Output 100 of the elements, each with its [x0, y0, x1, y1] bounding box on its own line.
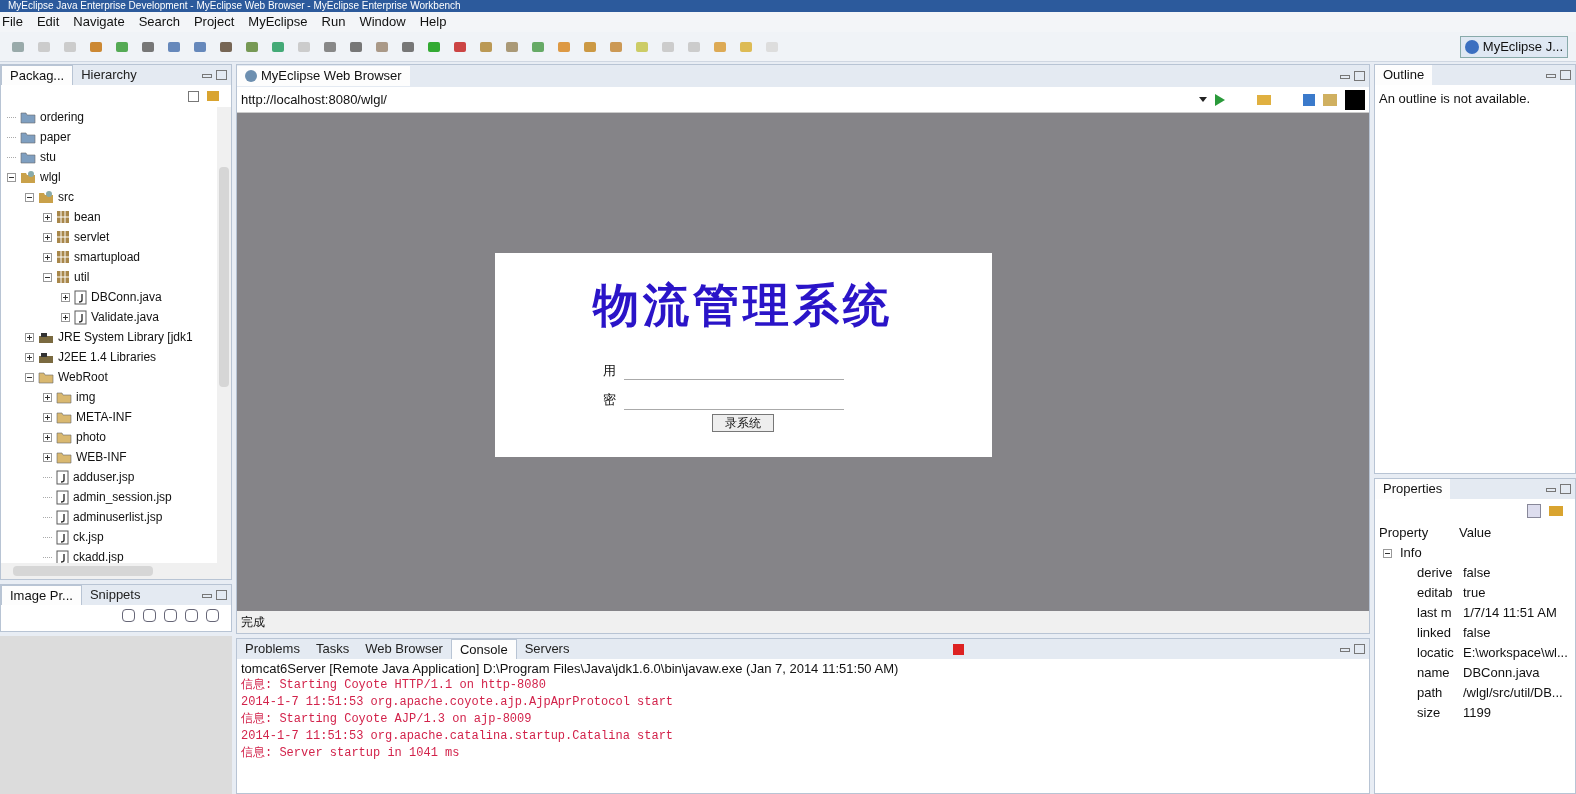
- expand-icon[interactable]: [43, 432, 52, 442]
- menu-item[interactable]: Edit: [36, 12, 60, 32]
- view-tab[interactable]: Console: [450, 639, 517, 659]
- minimize-icon[interactable]: [1546, 488, 1556, 492]
- tree-item[interactable]: smartupload: [74, 248, 141, 266]
- tree-item[interactable]: Validate.java: [91, 308, 159, 326]
- field-label: 用: [602, 361, 616, 380]
- menu-item[interactable]: Search: [138, 12, 180, 32]
- minimize-icon[interactable]: [1340, 75, 1350, 79]
- expand-icon[interactable]: [43, 212, 52, 222]
- minimize-icon[interactable]: [202, 74, 212, 78]
- menu-item[interactable]: File: [2, 12, 23, 32]
- menu-item[interactable]: Window: [359, 12, 406, 32]
- tree-item[interactable]: adduser.jsp: [73, 468, 135, 486]
- tree-item[interactable]: J2EE 1.4 Libraries: [58, 348, 157, 366]
- terminate-icon[interactable]: [953, 643, 965, 655]
- maximize-icon[interactable]: [216, 590, 227, 600]
- expand-icon[interactable]: [61, 312, 70, 322]
- project-folder-icon: [38, 190, 54, 204]
- tree-item[interactable]: adminuserlist.jsp: [73, 508, 163, 526]
- tree-item[interactable]: util: [74, 268, 90, 286]
- tree-item[interactable]: WebRoot: [58, 368, 108, 386]
- tool-icon: [167, 39, 181, 54]
- tree-item[interactable]: paper: [40, 128, 71, 146]
- tree-item[interactable]: stu: [40, 148, 56, 166]
- tree-item[interactable]: admin_session.jsp: [73, 488, 172, 506]
- view-tab[interactable]: Outline: [1375, 65, 1433, 85]
- menu-item[interactable]: Run: [321, 12, 346, 32]
- tree-item[interactable]: wlgl: [40, 168, 61, 186]
- view-tab[interactable]: Hierarchy: [73, 65, 145, 85]
- view-tab[interactable]: Problems: [237, 639, 308, 659]
- url-field[interactable]: http://localhost:8080/wlgl/: [241, 89, 1207, 110]
- view-tab[interactable]: Servers: [516, 639, 578, 659]
- maximize-icon[interactable]: [1354, 644, 1365, 654]
- perspective-button[interactable]: MyEclipse J...: [1459, 35, 1568, 58]
- collapse-icon[interactable]: [7, 172, 16, 182]
- maximize-icon[interactable]: [1354, 71, 1365, 81]
- tool-icon: [245, 39, 259, 54]
- view-tab[interactable]: Web Browser: [357, 639, 451, 659]
- minimize-icon[interactable]: [1546, 74, 1556, 78]
- expand-icon[interactable]: [43, 392, 52, 402]
- maximize-icon[interactable]: [216, 70, 227, 80]
- tool-icon: [479, 39, 493, 54]
- collapse-icon[interactable]: [25, 372, 34, 382]
- tree-item[interactable]: img: [76, 388, 96, 406]
- horizontal-scrollbar[interactable]: [1, 563, 231, 579]
- tool-icon: [713, 39, 727, 54]
- square-icon[interactable]: [1345, 89, 1365, 110]
- menu-item[interactable]: Help: [419, 12, 447, 32]
- tool-icon: [323, 39, 337, 54]
- tool-icon: [739, 39, 753, 54]
- tool-icon: [609, 39, 623, 54]
- console-header: tomcat6Server [Remote Java Application] D:\Program Files\Java\jdk1.6.0\bin\javaw.exe (Jan 7, 2014 11:51:50 AM): [240, 660, 900, 677]
- view-tab[interactable]: Snippets: [81, 585, 149, 605]
- menu-item[interactable]: MyEclipse: [248, 12, 308, 32]
- collapse-icon[interactable]: [1383, 548, 1392, 558]
- folder-icon: [20, 110, 36, 124]
- view-tab[interactable]: Tasks: [307, 639, 358, 659]
- menu-item[interactable]: Project: [193, 12, 235, 32]
- vertical-scrollbar[interactable]: [217, 107, 231, 563]
- tree-item[interactable]: ck.jsp: [73, 528, 104, 546]
- tree-item[interactable]: WEB-INF: [76, 448, 127, 466]
- expand-icon[interactable]: [61, 292, 70, 302]
- tree-item[interactable]: photo: [76, 428, 107, 446]
- property-group[interactable]: Info: [1400, 543, 1422, 563]
- tool-icon: [401, 39, 415, 54]
- package-icon: [56, 270, 70, 284]
- expand-icon[interactable]: [43, 452, 52, 462]
- property-value: false: [1463, 624, 1491, 643]
- login-button[interactable]: 录系统: [712, 413, 774, 432]
- maximize-icon[interactable]: [1560, 484, 1571, 494]
- editor-tab[interactable]: MyEclipse Web Browser: [237, 66, 410, 86]
- file-icon: [56, 509, 69, 525]
- tree-item[interactable]: src: [58, 188, 74, 206]
- tree-item[interactable]: META-INF: [76, 408, 132, 426]
- expand-icon[interactable]: [43, 252, 52, 262]
- tree-item[interactable]: DBConn.java: [91, 288, 162, 306]
- tree-item[interactable]: ckadd.jsp: [73, 548, 124, 563]
- expand-icon[interactable]: [43, 412, 52, 422]
- dropdown-caret-icon[interactable]: [1199, 97, 1207, 102]
- collapse-icon[interactable]: [25, 192, 34, 202]
- collapse-all-icon[interactable]: [188, 90, 199, 102]
- menu-item[interactable]: Navigate: [73, 12, 125, 32]
- tool-icon: [427, 39, 441, 54]
- property-name: name: [1417, 664, 1451, 683]
- tool-icon: [11, 39, 25, 54]
- minimize-icon[interactable]: [202, 594, 212, 598]
- tree-item[interactable]: ordering: [40, 108, 85, 126]
- expand-icon[interactable]: [25, 332, 34, 342]
- expand-icon[interactable]: [25, 352, 34, 362]
- minimize-icon[interactable]: [1340, 648, 1350, 652]
- tree-item[interactable]: JRE System Library [jdk1: [58, 328, 193, 346]
- tree-item[interactable]: servlet: [74, 228, 110, 246]
- tree-item[interactable]: bean: [74, 208, 101, 226]
- collapse-icon[interactable]: [43, 272, 52, 282]
- view-tab[interactable]: Packag...: [1, 65, 74, 85]
- expand-icon[interactable]: [43, 232, 52, 242]
- view-tab[interactable]: Properties: [1375, 479, 1451, 499]
- maximize-icon[interactable]: [1560, 70, 1571, 80]
- view-tab[interactable]: Image Pr...: [1, 585, 82, 605]
